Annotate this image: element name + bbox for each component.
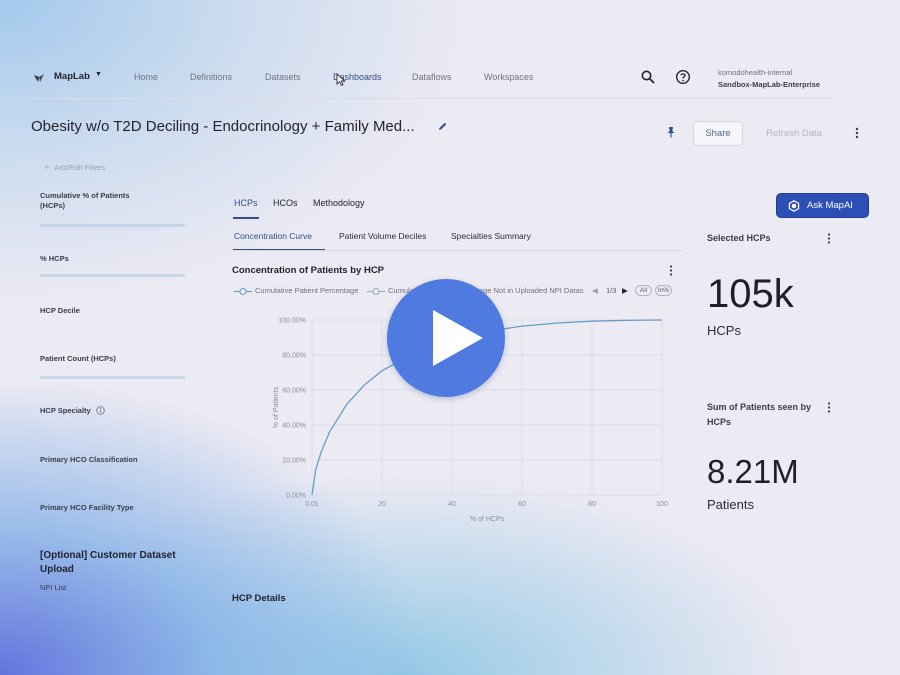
filter-primary-hco-facility-type[interactable]: Primary HCO Facility Type bbox=[40, 503, 134, 513]
top-nav: MapLab ▼ Home Definitions Datasets Dashb… bbox=[0, 58, 900, 98]
org-name[interactable]: komodohealth-internal bbox=[718, 68, 792, 77]
nav-definitions[interactable]: Definitions bbox=[190, 72, 232, 82]
y-tick-label: 100.00% bbox=[278, 318, 306, 325]
metric-value-sum-patients: 8.21M bbox=[707, 453, 799, 490]
x-tick-label: 20 bbox=[378, 501, 386, 508]
environment-name[interactable]: Sandbox-MapLab-Enterprise bbox=[718, 80, 820, 89]
metric-label-sum-patients: Sum of Patients seen by HCPs bbox=[707, 402, 812, 427]
tab-hcos[interactable]: HCOs bbox=[273, 198, 298, 208]
mapai-hexagon-icon bbox=[788, 200, 800, 212]
play-video-button[interactable] bbox=[387, 279, 505, 397]
y-tick-label: 60.00% bbox=[282, 388, 306, 395]
tab-concentration-curve[interactable]: Concentration Curve bbox=[234, 231, 312, 241]
filter-slider[interactable] bbox=[40, 274, 185, 277]
legend-pct-toggle[interactable]: In% bbox=[655, 285, 672, 296]
filter-cumulative-patients[interactable]: Cumulative % of Patients (HCPs) bbox=[40, 191, 155, 211]
add-edit-filters-button[interactable]: + Add/Edit Filters bbox=[44, 162, 105, 172]
share-button[interactable]: Share bbox=[693, 121, 743, 146]
y-axis-label: % of Patients bbox=[273, 386, 280, 428]
chart-title: Concentration of Patients by HCP bbox=[232, 265, 385, 276]
metric-label-selected-hcps: Selected HCPs bbox=[707, 233, 771, 243]
x-tick-label: 0.01 bbox=[305, 501, 319, 508]
x-tick-label: 80 bbox=[588, 501, 596, 508]
nav-dataflows[interactable]: Dataflows bbox=[412, 72, 452, 82]
search-icon[interactable] bbox=[640, 69, 656, 85]
pin-icon[interactable] bbox=[665, 126, 677, 138]
filter-hcp-decile[interactable]: HCP Decile bbox=[40, 306, 80, 316]
ask-mapai-label: Ask MapAI bbox=[807, 200, 853, 211]
play-icon bbox=[433, 310, 483, 366]
legend-page-indicator: 1/3 bbox=[606, 286, 617, 295]
x-tick-label: 100 bbox=[656, 501, 668, 508]
tab-hcps[interactable]: HCPs bbox=[234, 198, 258, 208]
pager-prev-icon[interactable]: ◀ bbox=[592, 286, 598, 295]
ask-mapai-button[interactable]: Ask MapAI bbox=[776, 193, 869, 218]
pager-next-icon[interactable]: ▶ bbox=[622, 286, 628, 295]
metric-more-icon[interactable] bbox=[825, 401, 833, 414]
nav-divider bbox=[32, 98, 832, 99]
filter-slider[interactable] bbox=[40, 224, 185, 227]
metric-unit-patients: Patients bbox=[707, 497, 754, 512]
tab-methodology[interactable]: Methodology bbox=[313, 198, 365, 208]
chart-more-icon[interactable] bbox=[667, 264, 675, 277]
nav-home[interactable]: Home bbox=[134, 72, 158, 82]
filter-slider[interactable] bbox=[40, 376, 185, 379]
nav-datasets[interactable]: Datasets bbox=[265, 72, 301, 82]
subtab-divider bbox=[232, 250, 682, 251]
y-tick-label: 40.00% bbox=[282, 423, 306, 430]
filter-pct-hcps[interactable]: % HCPs bbox=[40, 254, 69, 264]
more-options-icon[interactable] bbox=[852, 126, 862, 140]
refresh-data-button[interactable]: Refresh Data bbox=[755, 121, 833, 146]
legend-line-marker-icon bbox=[367, 287, 385, 296]
app-window: MapLab ▼ Home Definitions Datasets Dashb… bbox=[0, 0, 900, 675]
brand-name[interactable]: MapLab bbox=[54, 71, 90, 82]
pencil-icon[interactable] bbox=[437, 121, 448, 132]
tab-patient-volume-deciles[interactable]: Patient Volume Deciles bbox=[339, 231, 426, 241]
legend-line-marker-icon bbox=[234, 287, 252, 296]
hcp-details-heading: HCP Details bbox=[232, 593, 286, 604]
y-tick-label: 20.00% bbox=[282, 458, 306, 465]
chevron-down-icon[interactable]: ▼ bbox=[95, 71, 102, 78]
filter-hcp-specialty[interactable]: HCP Specialty bbox=[40, 406, 91, 416]
mouse-cursor-icon bbox=[336, 73, 346, 86]
x-tick-label: 60 bbox=[518, 501, 526, 508]
nav-workspaces[interactable]: Workspaces bbox=[484, 72, 533, 82]
dashboard-title: Obesity w/o T2D Deciling - Endocrinology… bbox=[31, 118, 415, 135]
tab-specialties-summary[interactable]: Specialties Summary bbox=[451, 231, 531, 241]
metric-more-icon[interactable] bbox=[825, 232, 833, 245]
x-axis-label: % of HCPs bbox=[470, 516, 505, 523]
maplab-logo-icon[interactable] bbox=[32, 71, 46, 85]
metric-unit-hcps: HCPs bbox=[707, 323, 741, 338]
info-icon[interactable] bbox=[96, 406, 105, 415]
metric-value-selected-hcps: 105k bbox=[707, 272, 794, 316]
legend-cumulative-patient-pct[interactable]: Cumulative Patient Percentage bbox=[255, 286, 358, 296]
y-tick-label: 0.00% bbox=[286, 493, 306, 500]
legend-all-toggle[interactable]: All bbox=[635, 285, 652, 296]
filter-patient-count[interactable]: Patient Count (HCPs) bbox=[40, 354, 116, 364]
help-icon[interactable] bbox=[675, 69, 691, 85]
add-filters-label: Add/Edit Filters bbox=[54, 163, 106, 172]
active-tab-indicator bbox=[233, 217, 259, 219]
y-tick-label: 80.00% bbox=[282, 353, 306, 360]
npi-list-label[interactable]: NPI List bbox=[40, 583, 66, 592]
filter-primary-hco-classification[interactable]: Primary HCO Classification bbox=[40, 455, 138, 465]
plus-icon: + bbox=[44, 162, 50, 172]
customer-dataset-upload-title: [Optional] Customer Dataset Upload bbox=[40, 550, 176, 575]
x-tick-label: 40 bbox=[448, 501, 456, 508]
